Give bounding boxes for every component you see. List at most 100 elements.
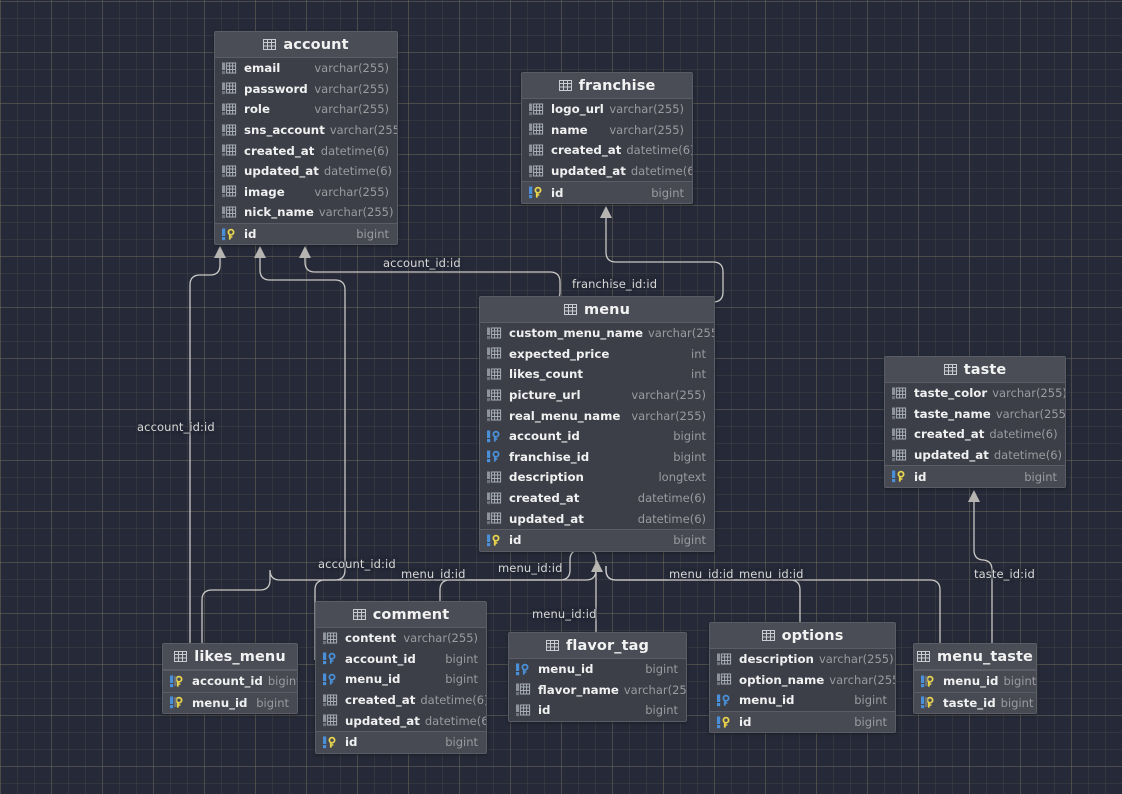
column-name: sns_account (244, 123, 325, 138)
column-row[interactable]: taste_color varchar(255) (885, 383, 1065, 404)
column-row[interactable]: id bigint (316, 730, 486, 753)
column-icon (222, 185, 239, 198)
table-grid-icon (352, 609, 366, 620)
table-grid-icon (761, 630, 775, 641)
column-row[interactable]: content varchar(255) (316, 628, 486, 649)
column-type: bigint (854, 715, 887, 730)
edge-arrow-taste (968, 490, 980, 502)
table-node-franchise[interactable]: franchise logo_url varchar(255) name varchar… (521, 72, 693, 204)
table-grid-icon (263, 39, 277, 50)
column-row[interactable]: menu_id bigint (509, 659, 686, 680)
table-node-menu_taste[interactable]: menu_taste menu_id bigint taste_id bigint (913, 643, 1037, 715)
table-node-menu[interactable]: menu custom_menu_name varchar(255) expected… (479, 296, 715, 552)
table-header-comment[interactable]: comment (316, 602, 486, 628)
column-row[interactable]: flavor_name varchar(255) (509, 680, 686, 701)
column-name: created_at (244, 143, 315, 158)
table-node-comment[interactable]: comment content varchar(255) account_id bigi… (315, 601, 487, 754)
column-name: id (914, 469, 927, 484)
column-type: datetime(6) (420, 693, 487, 708)
column-icon (222, 62, 239, 75)
column-row[interactable]: description varchar(255) (710, 649, 895, 670)
column-icon (892, 428, 909, 441)
column-type: bigint (651, 185, 684, 200)
column-type: bigint (356, 227, 389, 242)
column-row[interactable]: email varchar(255) (215, 58, 397, 79)
column-row[interactable]: menu_id bigint (316, 669, 486, 690)
column-row[interactable]: updated_at datetime(6) (480, 508, 714, 529)
column-row[interactable]: option_name varchar(255) (710, 670, 895, 691)
column-row[interactable]: taste_name varchar(255) (885, 404, 1065, 425)
column-row[interactable]: created_at datetime(6) (885, 424, 1065, 445)
column-name: logo_url (551, 102, 604, 117)
column-type: varchar(255) (648, 326, 714, 341)
column-row[interactable]: created_at datetime(6) (215, 140, 397, 161)
column-row[interactable]: likes_count int (480, 364, 714, 385)
table-node-flavor_tag[interactable]: flavor_tag menu_id bigint flavor_name varcha… (508, 632, 687, 722)
edge-arrow-franchise (600, 206, 612, 218)
table-node-options[interactable]: options description varchar(255) option_nam… (709, 622, 896, 734)
column-row[interactable]: id bigint (509, 700, 686, 721)
column-row[interactable]: custom_menu_name varchar(255) (480, 323, 714, 344)
column-row[interactable]: updated_at datetime(6) (215, 161, 397, 182)
column-icon (222, 206, 239, 219)
column-row[interactable]: updated_at datetime(6) (885, 445, 1065, 466)
column-type: varchar(255) (314, 184, 389, 199)
table-title: franchise (578, 77, 656, 94)
table-header-likes_menu[interactable]: likes_menu (163, 644, 297, 670)
table-header-menu[interactable]: menu (480, 297, 714, 323)
column-row[interactable]: created_at datetime(6) (316, 690, 486, 711)
column-type: varchar(255) (318, 205, 394, 220)
column-type: varchar(255) (609, 102, 684, 117)
column-type: bigint (445, 735, 478, 750)
column-row[interactable]: image varchar(255) (215, 182, 397, 203)
table-grid-icon (943, 364, 957, 375)
edge-likes-account (189, 252, 221, 643)
table-title: flavor_tag (566, 637, 649, 654)
column-row[interactable]: menu_id bigint (914, 670, 1036, 692)
column-row[interactable]: menu_id bigint (163, 691, 297, 714)
table-node-likes_menu[interactable]: likes_menu account_id bigint menu_id bigint (162, 643, 298, 715)
column-icon (529, 123, 546, 136)
column-row[interactable]: taste_id bigint (914, 691, 1036, 714)
table-header-franchise[interactable]: franchise (522, 73, 692, 99)
column-name: password (244, 81, 308, 96)
table-header-taste[interactable]: taste (885, 357, 1065, 383)
column-row[interactable]: created_at datetime(6) (480, 488, 714, 509)
column-row[interactable]: role varchar(255) (215, 99, 397, 120)
column-name: nick_name (244, 205, 314, 220)
column-row[interactable]: id bigint (710, 710, 895, 733)
column-row[interactable]: account_id bigint (316, 649, 486, 670)
table-header-menu_taste[interactable]: menu_taste (914, 644, 1036, 670)
table-header-account[interactable]: account (215, 32, 397, 58)
column-row[interactable]: created_at datetime(6) (522, 140, 692, 161)
column-row[interactable]: logo_url varchar(255) (522, 99, 692, 120)
column-row[interactable]: description longtext (480, 467, 714, 488)
column-type: bigint (673, 429, 706, 444)
column-row[interactable]: id bigint (522, 181, 692, 203)
table-header-flavor_tag[interactable]: flavor_tag (509, 633, 686, 659)
column-row[interactable]: id bigint (480, 528, 714, 551)
column-row[interactable]: account_id bigint (163, 670, 297, 692)
table-node-taste[interactable]: taste taste_color varchar(255) taste_name va… (884, 356, 1066, 488)
column-row[interactable]: picture_url varchar(255) (480, 385, 714, 406)
column-row[interactable]: nick_name varchar(255) (215, 202, 397, 223)
column-row[interactable]: name varchar(255) (522, 120, 692, 141)
column-row[interactable]: account_id bigint (480, 426, 714, 447)
column-row[interactable]: real_menu_name varchar(255) (480, 405, 714, 426)
er-diagram-canvas[interactable]: account_id:id franchise_id:id account_id:i… (0, 0, 1122, 794)
column-name: id (509, 533, 522, 548)
column-row[interactable]: id bigint (885, 465, 1065, 487)
column-row[interactable]: expected_price int (480, 344, 714, 365)
table-node-account[interactable]: account email varchar(255) password varchar(… (214, 31, 398, 246)
column-row[interactable]: id bigint (215, 222, 397, 245)
column-row[interactable]: menu_id bigint (710, 690, 895, 711)
table-header-options[interactable]: options (710, 623, 895, 649)
primary-key-icon (323, 736, 340, 749)
column-row[interactable]: updated_at datetime(6) (316, 710, 486, 731)
column-row[interactable]: franchise_id bigint (480, 447, 714, 468)
column-row[interactable]: sns_account varchar(255) (215, 120, 397, 141)
column-row[interactable]: password varchar(255) (215, 79, 397, 100)
relationship-label-likes-account: account_id:id (137, 420, 215, 434)
column-row[interactable]: updated_at datetime(6) (522, 161, 692, 182)
column-name: taste_id (943, 695, 996, 710)
